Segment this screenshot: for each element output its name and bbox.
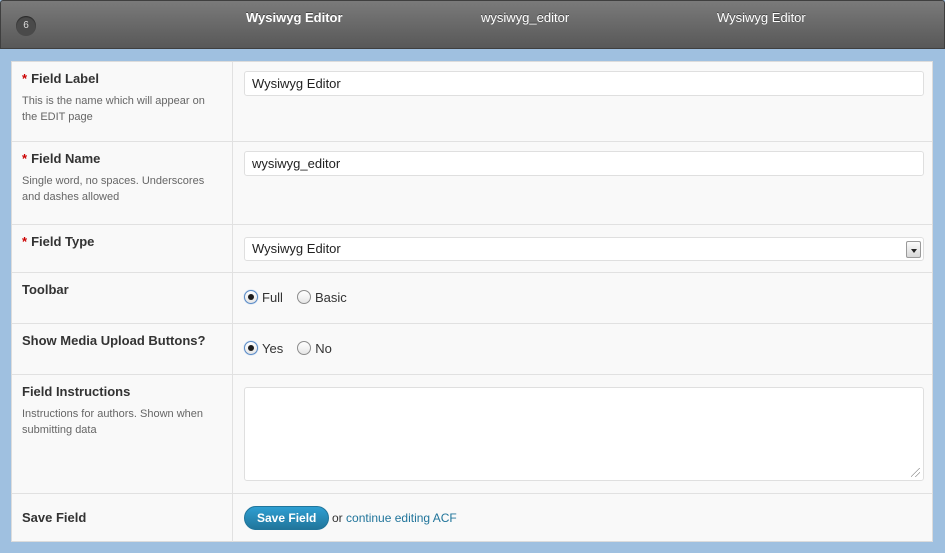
field-order-badge: 6 xyxy=(16,16,36,36)
field-type-title: Field Type xyxy=(31,234,95,249)
toolbar-radio-group: Full Basic xyxy=(244,287,361,307)
media-upload-radio-group: Yes No xyxy=(244,338,346,358)
row-field-type: * Field Type Wysiwyg Editor xyxy=(12,225,932,273)
label-cell: * Field Label This is the name which will… xyxy=(12,62,233,141)
instructions-textarea[interactable] xyxy=(244,387,924,481)
radio-selected-icon[interactable] xyxy=(244,341,258,355)
dropdown-arrow-icon[interactable] xyxy=(906,241,921,258)
field-type-selected: Wysiwyg Editor xyxy=(252,241,341,256)
or-text: or xyxy=(332,511,343,525)
header-field-name: wysiwyg_editor xyxy=(481,10,570,25)
field-label-description: This is the name which will appear on th… xyxy=(22,95,205,123)
media-option-no[interactable]: No xyxy=(297,341,332,356)
toolbar-title: Toolbar xyxy=(22,282,69,297)
field-name-title: Field Name xyxy=(31,151,101,166)
label-cell: Toolbar xyxy=(12,273,233,323)
row-field-label: * Field Label This is the name which will… xyxy=(12,62,932,142)
label-cell: Save Field xyxy=(12,494,233,542)
required-marker: * xyxy=(22,71,28,86)
required-marker: * xyxy=(22,234,28,249)
instructions-title: Field Instructions xyxy=(22,384,131,399)
field-name-input[interactable]: wysiwyg_editor xyxy=(244,151,924,176)
field-label-title: Field Label xyxy=(31,71,99,86)
field-header[interactable]: 6 Wysiwyg Editor wysiwyg_editor Wysiwyg … xyxy=(0,0,945,49)
field-settings-panel: * Field Label This is the name which will… xyxy=(11,61,933,542)
header-field-type: Wysiwyg Editor xyxy=(717,10,806,25)
field-label-input[interactable]: Wysiwyg Editor xyxy=(244,71,924,96)
required-marker: * xyxy=(22,151,28,166)
toolbar-option-basic[interactable]: Basic xyxy=(296,290,347,305)
label-cell: * Field Type xyxy=(12,225,233,272)
label-cell: * Field Name Single word, no spaces. Unde… xyxy=(12,142,233,224)
field-type-select[interactable]: Wysiwyg Editor xyxy=(244,237,924,261)
resize-grip-icon[interactable] xyxy=(911,468,920,477)
field-name-description: Single word, no spaces. Underscores and … xyxy=(22,175,205,203)
header-field-label[interactable]: Wysiwyg Editor xyxy=(246,10,343,25)
row-field-instructions: Field Instructions Instructions for auth… xyxy=(12,375,932,494)
toolbar-option-full[interactable]: Full xyxy=(244,290,283,305)
media-option-yes[interactable]: Yes xyxy=(244,341,283,356)
media-upload-title: Show Media Upload Buttons? xyxy=(22,333,206,348)
radio-icon[interactable] xyxy=(296,290,311,304)
row-save-field: Save Field Save Field or continue editin… xyxy=(12,494,932,542)
label-cell: Show Media Upload Buttons? xyxy=(12,324,233,374)
row-toolbar: Toolbar Full Basic xyxy=(12,273,932,324)
label-cell: Field Instructions Instructions for auth… xyxy=(12,375,233,493)
row-media-upload: Show Media Upload Buttons? Yes No xyxy=(12,324,932,375)
save-field-button[interactable]: Save Field xyxy=(244,506,330,530)
instructions-description: Instructions for authors. Shown when sub… xyxy=(22,408,203,436)
continue-editing-link[interactable]: continue editing ACF xyxy=(346,511,457,525)
radio-icon[interactable] xyxy=(297,341,312,355)
radio-selected-icon[interactable] xyxy=(244,290,258,304)
row-field-name: * Field Name Single word, no spaces. Unde… xyxy=(12,142,932,225)
save-field-title: Save Field xyxy=(22,510,87,525)
